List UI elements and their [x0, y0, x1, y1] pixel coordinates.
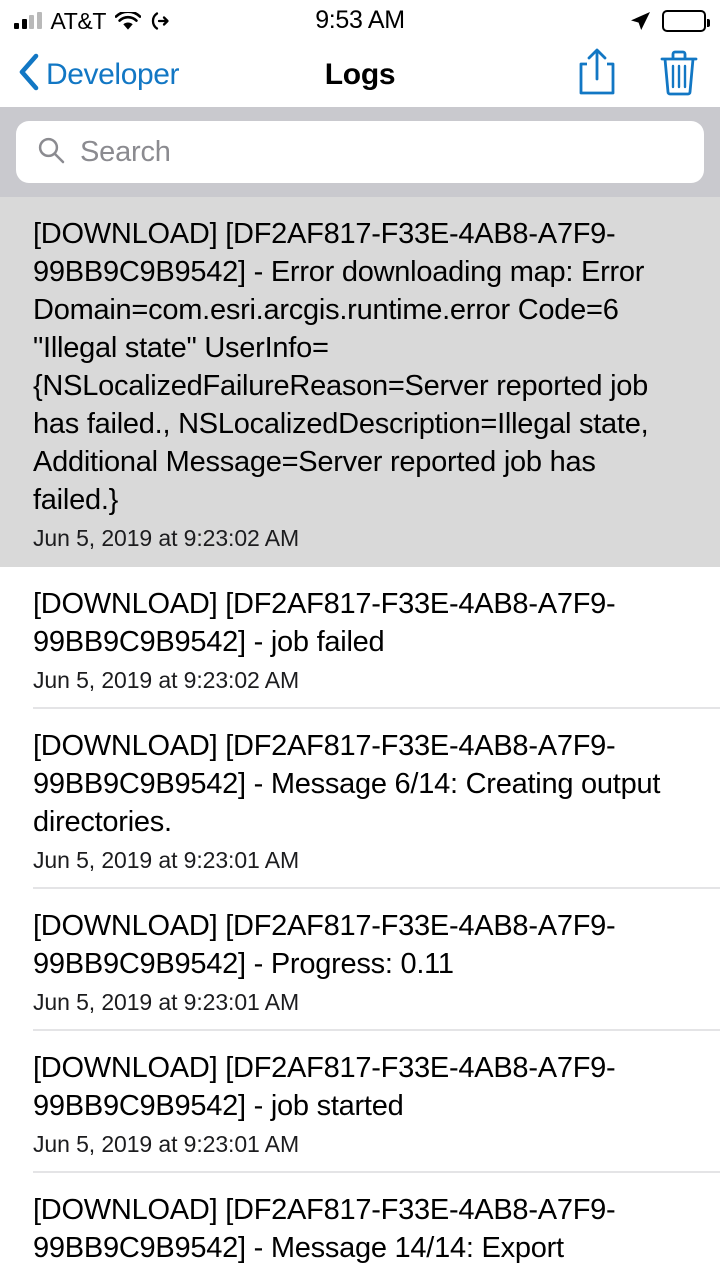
delete-button[interactable] — [656, 47, 702, 102]
log-timestamp: Jun 5, 2019 at 9:23:02 AM — [33, 525, 300, 551]
log-message: [DOWNLOAD] [DF2AF817-F33E-4AB8-A7F9-99BB… — [33, 218, 649, 516]
log-row[interactable]: [DOWNLOAD] [DF2AF817-F33E-4AB8-A7F9-99BB… — [0, 197, 720, 567]
share-button[interactable] — [574, 47, 620, 102]
log-message: [DOWNLOAD] [DF2AF817-F33E-4AB8-A7F9-99BB… — [33, 730, 661, 838]
search-icon — [36, 135, 66, 170]
log-row[interactable]: [DOWNLOAD] [DF2AF817-F33E-4AB8-A7F9-99BB… — [0, 567, 720, 709]
trash-icon — [660, 50, 698, 96]
back-button-label: Developer — [46, 57, 180, 91]
battery-icon — [662, 10, 710, 32]
search-field[interactable]: Search — [16, 121, 704, 183]
back-button[interactable]: Developer — [18, 53, 180, 96]
log-timestamp: Jun 5, 2019 at 9:23:01 AM — [33, 1131, 300, 1157]
search-bar-container: Search — [0, 107, 720, 197]
navigation-bar: Developer Logs — [0, 42, 720, 107]
chevron-left-icon — [18, 53, 40, 96]
log-row[interactable]: [DOWNLOAD] [DF2AF817-F33E-4AB8-A7F9-99BB… — [0, 1031, 720, 1173]
navigation-actions — [574, 47, 702, 102]
log-message: [DOWNLOAD] [DF2AF817-F33E-4AB8-A7F9-99BB… — [33, 588, 616, 658]
log-message: [DOWNLOAD] [DF2AF817-F33E-4AB8-A7F9-99BB… — [33, 1194, 616, 1264]
log-row[interactable]: [DOWNLOAD] [DF2AF817-F33E-4AB8-A7F9-99BB… — [0, 1173, 720, 1280]
log-row[interactable]: [DOWNLOAD] [DF2AF817-F33E-4AB8-A7F9-99BB… — [0, 709, 720, 889]
log-row[interactable]: [DOWNLOAD] [DF2AF817-F33E-4AB8-A7F9-99BB… — [0, 889, 720, 1031]
search-input-placeholder[interactable]: Search — [80, 136, 171, 169]
log-message: [DOWNLOAD] [DF2AF817-F33E-4AB8-A7F9-99BB… — [33, 1052, 616, 1122]
log-timestamp: Jun 5, 2019 at 9:23:02 AM — [33, 667, 300, 693]
app-screen: AT&T 9:53 AM Developer Logs Search [DOWN… — [0, 0, 720, 1280]
status-bar-time: 9:53 AM — [315, 6, 405, 34]
log-timestamp: Jun 5, 2019 at 9:23:01 AM — [33, 847, 300, 873]
log-list[interactable]: [DOWNLOAD] [DF2AF817-F33E-4AB8-A7F9-99BB… — [0, 197, 720, 1280]
status-bar: AT&T 9:53 AM — [0, 0, 720, 42]
log-timestamp: Jun 5, 2019 at 9:23:01 AM — [33, 989, 300, 1015]
log-message: [DOWNLOAD] [DF2AF817-F33E-4AB8-A7F9-99BB… — [33, 910, 616, 980]
share-icon — [579, 48, 615, 95]
